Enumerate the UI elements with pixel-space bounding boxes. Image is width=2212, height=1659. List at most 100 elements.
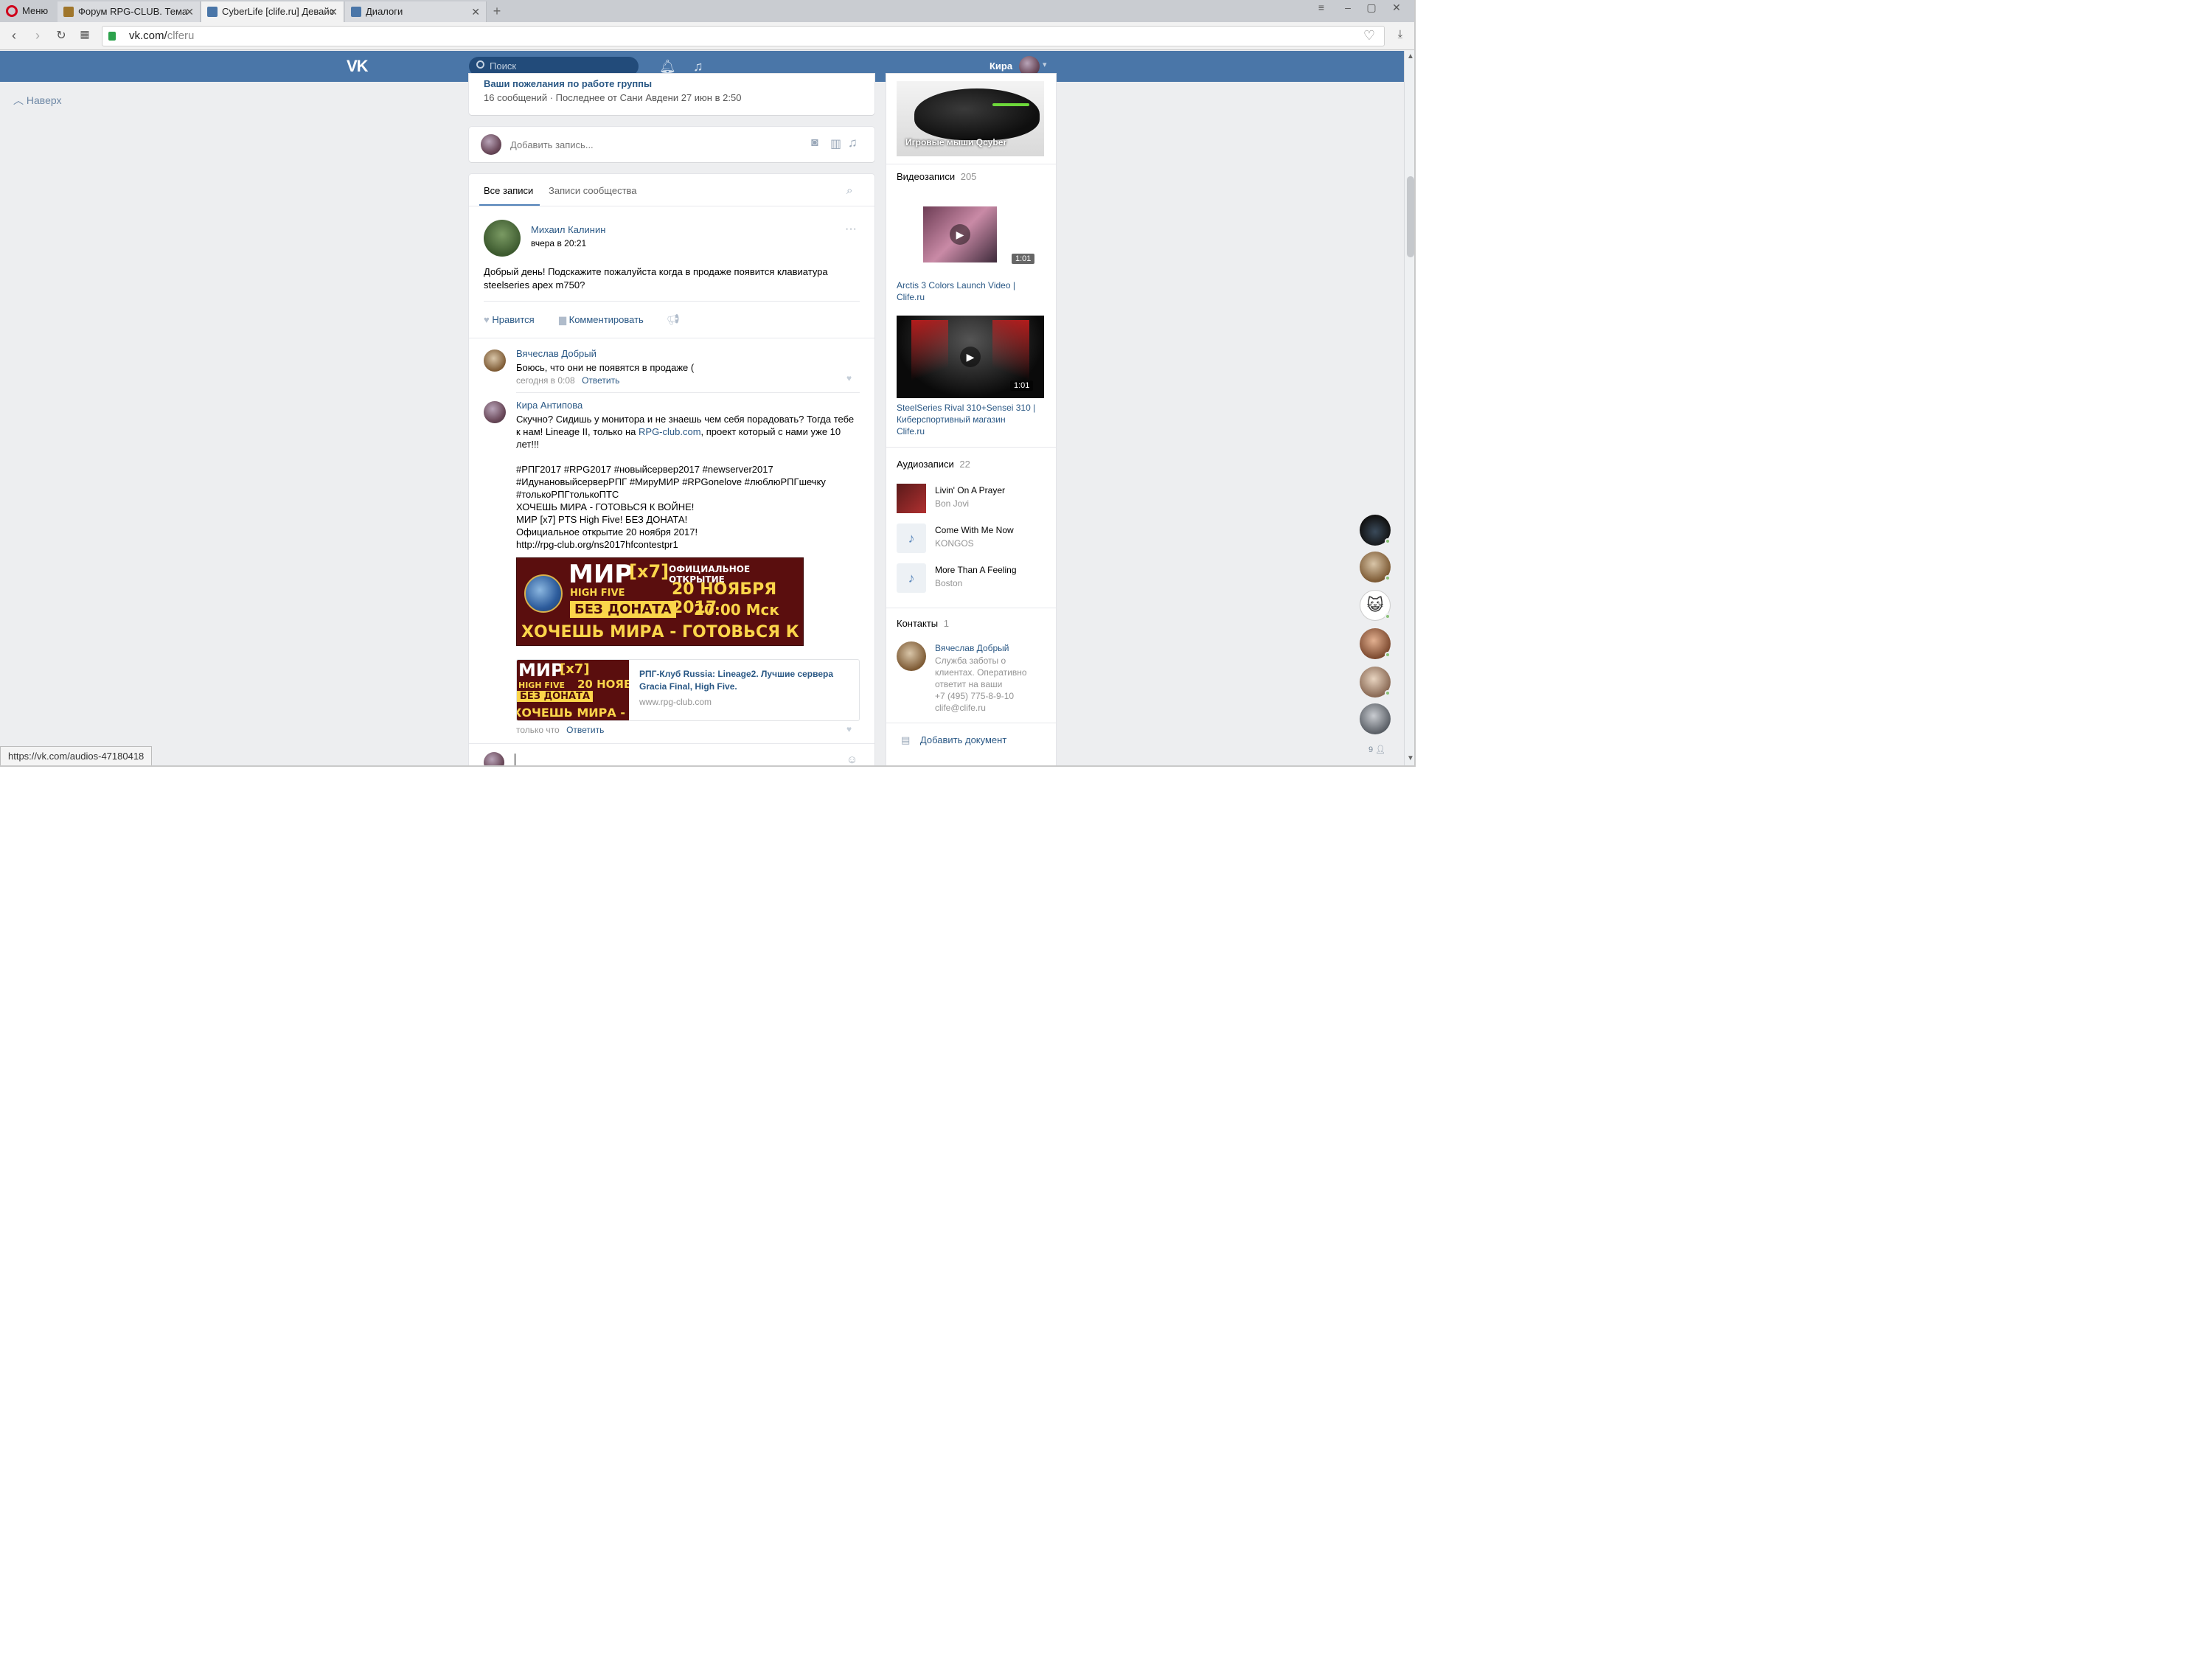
comment-like-icon[interactable]: ♥ — [846, 373, 852, 383]
close-tab-icon[interactable]: ✕ — [329, 1, 338, 22]
album-cover-image[interactable] — [897, 484, 926, 513]
comment-author-avatar[interactable] — [484, 349, 506, 372]
post-author-avatar[interactable] — [484, 220, 521, 257]
chat-count[interactable]: 9 👤︎ — [1368, 745, 1385, 754]
vk-logo-icon[interactable]: VK — [347, 57, 369, 76]
composer-input[interactable]: Добавить запись... — [510, 139, 594, 151]
chevron-up-icon: ︿ — [13, 94, 24, 106]
rpg-club-link[interactable]: RPG-club.com — [639, 426, 701, 437]
comment-time[interactable]: только что — [516, 725, 560, 735]
promo-link[interactable]: http://rpg-club.org/ns2017hfcontestpr1 — [516, 538, 678, 551]
back-icon[interactable]: ‹ — [6, 28, 22, 44]
opera-menu-button[interactable]: Меню — [0, 0, 56, 22]
promo-banner-image[interactable]: МИР [x7] HIGH FIVE ОФИЦИАЛЬНОЕ ОТКРЫТИЕ … — [516, 557, 804, 646]
header-user-name[interactable]: Кира — [990, 60, 1012, 72]
bookmark-heart-icon[interactable]: ♡ — [1363, 28, 1375, 44]
video-title-line[interactable]: Clife.ru — [897, 426, 925, 437]
audio-note-icon[interactable]: ♪ — [897, 563, 926, 593]
audio-track-title[interactable]: Come With Me Now — [935, 525, 1014, 535]
video-icon[interactable]: ▥ — [830, 136, 841, 151]
page-scrollbar[interactable]: ▲ ▼ — [1404, 51, 1414, 765]
contact-avatar[interactable] — [897, 641, 926, 671]
notifications-bell-icon[interactable]: 🔔︎ — [659, 59, 676, 74]
comment-text-line: МИР [x7] PTS High Five! БЕЗ ДОНАТА! — [516, 514, 688, 525]
scroll-down-icon[interactable]: ▼ — [1405, 754, 1414, 762]
like-button[interactable]: ♥ Нравится — [484, 314, 535, 325]
comment-author-name[interactable]: Вячеслав Добрый — [516, 348, 597, 359]
chevron-down-icon[interactable]: ▾ — [1043, 60, 1047, 69]
video-thumbnail[interactable]: ▶ 1:01 — [897, 316, 1044, 398]
tab-all-posts[interactable]: Все записи — [484, 185, 533, 196]
audio-note-icon[interactable]: ♪ — [897, 524, 926, 553]
right-sidebar: Игровые мыши Qcyber Видеозаписи 205 ▶ 1:… — [886, 74, 1056, 765]
comment-text-fragment: , проект который с нами уже 10 — [700, 426, 841, 437]
comment-time[interactable]: сегодня в 0:08 — [516, 375, 575, 386]
video-title-line[interactable]: Киберспортивный магазин — [897, 414, 1006, 425]
reply-link[interactable]: Ответить — [566, 725, 604, 735]
share-megaphone-icon[interactable]: 📢︎ — [667, 313, 680, 326]
banner-x7: [x7] — [629, 561, 669, 582]
audio-track-artist[interactable]: KONGOS — [935, 538, 974, 549]
contacts-header[interactable]: Контакты 1 — [897, 618, 949, 629]
comment-author-avatar[interactable] — [484, 401, 506, 423]
contacts-count: 1 — [943, 618, 950, 629]
tab-rpg-forum[interactable]: Форум RPG-CLUB. Тема ✕ — [58, 1, 201, 22]
contact-name[interactable]: Вячеслав Добрый — [935, 643, 1009, 653]
forward-icon[interactable]: › — [29, 28, 46, 44]
close-window-icon[interactable]: ✕ — [1386, 1, 1407, 14]
browser-window: Меню Форум RPG-CLUB. Тема ✕ CyberLife [c… — [0, 0, 1416, 767]
audio-track-title[interactable]: More Than A Feeling — [935, 565, 1017, 575]
hashtags-line[interactable]: #толькоРПГтолькоПТС — [516, 488, 619, 501]
hashtags-line[interactable]: #РПГ2017 #RPG2017 #новыйсервер2017 #news… — [516, 463, 773, 476]
comment-author-name[interactable]: Кира Антипова — [516, 400, 582, 411]
restore-icon[interactable]: ▢ — [1361, 1, 1382, 14]
hashtags-line[interactable]: #ИдунановыйсерверРПГ #МируМИР #RPGonelov… — [516, 476, 826, 488]
product-image[interactable]: Игровые мыши Qcyber — [897, 81, 1044, 156]
minimize-icon[interactable]: – — [1338, 1, 1358, 13]
close-tab-icon[interactable]: ✕ — [185, 1, 194, 22]
tab-community-posts[interactable]: Записи сообщества — [549, 185, 637, 196]
audio-track-artist[interactable]: Boston — [935, 578, 962, 588]
discussion-title[interactable]: Ваши пожелания по работе группы — [484, 78, 652, 89]
back-to-top-link[interactable]: ︿ Наверх — [13, 93, 61, 108]
videos-header[interactable]: Видеозаписи 205 — [897, 171, 976, 182]
camera-icon[interactable]: ◙ — [811, 136, 818, 150]
audio-icon[interactable]: ♫ — [848, 136, 858, 150]
post-more-icon[interactable]: ··· — [845, 223, 857, 236]
reply-link[interactable]: Ответить — [582, 375, 619, 386]
download-icon[interactable]: ⤓ — [1392, 28, 1408, 41]
wall-search-icon[interactable]: ⌕ — [846, 184, 852, 197]
snippet-title-line[interactable]: РПГ-Клуб Russia: Lineage2. Лучшие сервер… — [639, 669, 833, 679]
snippet-title-line[interactable]: Gracia Final, High Five. — [639, 681, 737, 692]
speed-dial-icon[interactable]: ▦ — [77, 28, 93, 41]
scroll-thumb[interactable] — [1407, 176, 1414, 257]
emoji-icon[interactable]: ☺ — [846, 754, 858, 765]
video-title-line[interactable]: Clife.ru — [897, 292, 925, 302]
tab-menu-icon[interactable]: ≡ — [1311, 1, 1332, 13]
comment-label: Комментировать — [568, 314, 644, 325]
link-snippet[interactable]: МИР [x7] HIGH FIVE 20 НОЯБРЯ 2017 БЕЗ ДО… — [516, 659, 860, 721]
video-title-line[interactable]: Arctis 3 Colors Launch Video | — [897, 280, 1015, 291]
audio-header[interactable]: Аудиозаписи 22 — [897, 459, 970, 470]
post-time[interactable]: вчера в 20:21 — [531, 237, 586, 250]
reply-input[interactable] — [515, 754, 839, 765]
tab-dialogs[interactable]: Диалоги ✕ — [345, 1, 487, 22]
composer-avatar — [481, 134, 501, 155]
reload-icon[interactable]: ↻ — [53, 28, 69, 43]
chat-avatar[interactable] — [1360, 703, 1391, 734]
audio-track-title[interactable]: Livin' On A Prayer — [935, 485, 1005, 495]
new-tab-button[interactable]: + — [490, 4, 504, 19]
tab-cyberlife[interactable]: CyberLife [clife.ru] Девайс ✕ — [201, 1, 344, 22]
video-title-line[interactable]: SteelSeries Rival 310+Sensei 310 | — [897, 403, 1035, 413]
comment-like-icon[interactable]: ♥ — [846, 724, 852, 734]
comment-button[interactable]: ▆ Комментировать — [559, 314, 644, 326]
close-tab-icon[interactable]: ✕ — [471, 1, 480, 22]
music-note-icon[interactable]: ♫ — [693, 59, 703, 74]
post-author-name[interactable]: Михаил Калинин — [531, 224, 605, 235]
divider — [469, 743, 874, 744]
scroll-up-icon[interactable]: ▲ — [1405, 52, 1414, 60]
video-thumbnail[interactable]: ▶ — [923, 206, 997, 262]
add-document-button[interactable]: ▤ Добавить документ — [901, 734, 1006, 746]
audio-track-artist[interactable]: Bon Jovi — [935, 498, 969, 509]
url-field[interactable]: vk.com/clferu ♡ — [102, 26, 1385, 46]
